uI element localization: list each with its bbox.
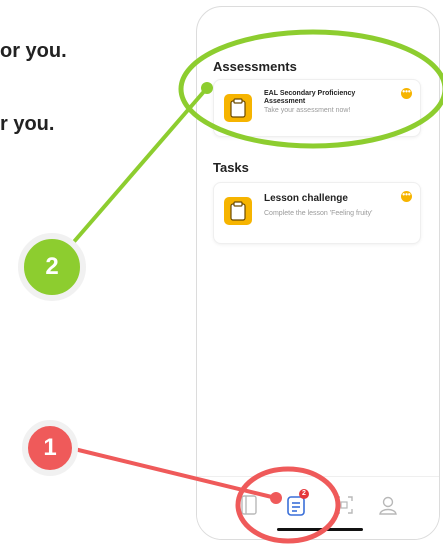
connector-dot-2 — [201, 82, 213, 94]
callout-badge-1: 1 — [22, 420, 78, 476]
connector-dot-1 — [270, 492, 282, 504]
connector-line-1 — [61, 444, 277, 500]
connector-line-2 — [70, 86, 209, 246]
highlight-ellipse-assessments — [178, 29, 443, 149]
highlight-ellipse-tasks-tab — [235, 466, 341, 544]
callout-badge-2: 2 — [18, 233, 86, 301]
